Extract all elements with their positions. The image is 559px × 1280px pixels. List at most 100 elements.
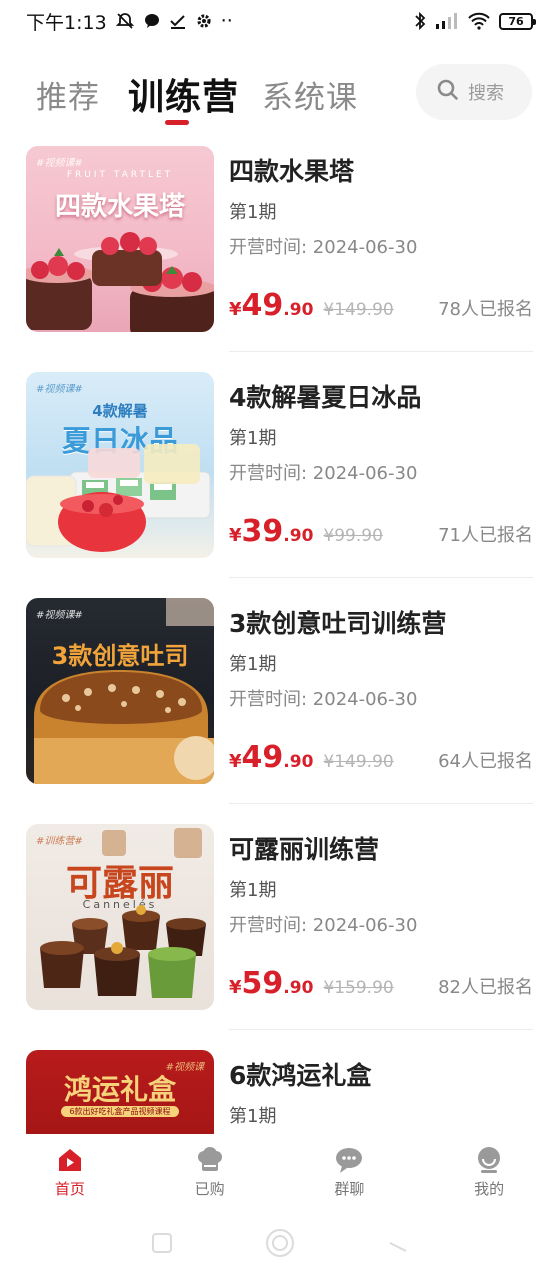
price-row: ¥ 39 .90 ¥99.90 71人已报名 <box>229 514 533 550</box>
tab-system-course[interactable]: 系统课 <box>262 72 358 117</box>
currency-symbol: ¥ <box>229 977 242 998</box>
course-thumbnail[interactable]: #训练营# 可露丽 Cannelés <box>26 824 214 1010</box>
original-price: ¥159.90 <box>323 978 394 998</box>
nav-group-chat-label: 群聊 <box>334 1180 365 1198</box>
enrolled-count: 71人已报名 <box>438 525 533 546</box>
course-info: 四款水果塔 第1期 开营时间: 2024-06-30 ¥ 49 .90 ¥149… <box>229 146 533 332</box>
search-label: 搜索 <box>468 83 504 104</box>
divider <box>229 577 533 578</box>
course-thumbnail[interactable]: #视频课# FRUIT TARTLET 四款水果塔 <box>26 146 214 332</box>
course-info: 3款创意吐司训练营 第1期 开营时间: 2024-06-30 ¥ 49 .90 … <box>229 598 533 784</box>
course-title: 可露丽训练营 <box>229 835 380 864</box>
course-card[interactable]: #视频课# 4款解暑 夏日冰品 4款解暑夏日冰品 第1期 开营时间: 2024-… <box>0 372 559 598</box>
status-more: ·· <box>220 10 233 32</box>
currency-symbol: ¥ <box>229 751 242 772</box>
divider <box>229 803 533 804</box>
price-decimal: .90 <box>283 526 314 546</box>
course-thumbnail[interactable]: #视频课# 4款解暑 夏日冰品 <box>26 372 214 558</box>
nav-home[interactable]: 首页 <box>0 1134 140 1210</box>
battery-icon: 76 <box>499 12 536 30</box>
original-price: ¥149.90 <box>323 752 394 772</box>
nav-home-label: 首页 <box>54 1180 85 1198</box>
course-period: 第1期 <box>229 654 277 675</box>
tab-recommend[interactable]: 推荐 <box>36 72 100 117</box>
price-integer: 39 <box>241 514 284 549</box>
price-integer: 49 <box>241 288 284 323</box>
course-title: 4款解暑夏日冰品 <box>229 383 422 412</box>
course-title: 四款水果塔 <box>229 157 355 186</box>
price-decimal: .90 <box>283 752 314 772</box>
chef-hat-icon <box>195 1146 225 1174</box>
original-price: ¥99.90 <box>323 526 383 546</box>
course-thumbnail[interactable]: #视频课# 3款创意吐司 <box>26 598 214 784</box>
active-tab-indicator <box>165 120 189 125</box>
nav-group-chat[interactable]: 群聊 <box>280 1134 420 1210</box>
course-period: 第1期 <box>229 1106 277 1127</box>
currency-symbol: ¥ <box>229 525 242 546</box>
price-row: ¥ 59 .90 ¥159.90 82人已报名 <box>229 966 533 1002</box>
currency-symbol: ¥ <box>229 299 242 320</box>
enrolled-count: 64人已报名 <box>438 751 533 772</box>
bell-muted-icon <box>115 11 135 31</box>
home-system-button[interactable] <box>264 1227 296 1263</box>
search-button[interactable]: 搜索 <box>416 64 532 120</box>
divider <box>229 1029 533 1030</box>
bluetooth-icon <box>413 11 427 31</box>
price-decimal: .90 <box>283 978 314 998</box>
canele-image <box>40 828 206 998</box>
course-period: 第1期 <box>229 428 277 449</box>
course-card[interactable]: #视频课# 3款创意吐司 3款创意吐司训练营 第1期 开营时间: 2024-06… <box>0 598 559 824</box>
price-row: ¥ 49 .90 ¥149.90 78人已报名 <box>229 288 533 324</box>
course-thumbnail[interactable]: #视频课 鸿运礼盒 6款出好吃礼盒产品视频课程 <box>26 1050 214 1134</box>
status-time: 下午1:13 <box>26 11 107 34</box>
course-start-date: 开营时间: 2024-06-30 <box>229 915 418 936</box>
summer-dessert-image <box>26 444 211 552</box>
nav-purchased[interactable]: 已购 <box>140 1134 280 1210</box>
course-title: 6款鸿运礼盒 <box>229 1061 372 1090</box>
original-price: ¥149.90 <box>323 300 394 320</box>
price-row: ¥ 49 .90 ¥149.90 64人已报名 <box>229 740 533 776</box>
back-button[interactable] <box>386 1231 410 1259</box>
course-card[interactable]: #训练营# 可露丽 Cannelés 可露丽训练营 第1期 开营时间: 2024… <box>0 824 559 1050</box>
course-info: 可露丽训练营 第1期 开营时间: 2024-06-30 ¥ 59 .90 ¥15… <box>229 824 533 1010</box>
tab-training-camp[interactable]: 训练营 <box>128 68 239 120</box>
course-info: 6款鸿运礼盒 第1期 <box>229 1050 533 1134</box>
category-tabs: 推荐 训练营 系统课 搜索 <box>0 62 559 132</box>
status-bar: 下午1:13 ·· 76 <box>0 0 559 42</box>
fruit-tart-image <box>26 232 214 332</box>
chat-bubble-icon <box>143 12 161 30</box>
chat-icon <box>334 1146 364 1174</box>
thumb-title: 鸿运礼盒 <box>63 1073 176 1106</box>
signal-icon <box>435 12 459 30</box>
bottom-nav: 首页 已购 群聊 我的 <box>0 1134 559 1210</box>
course-list[interactable]: #视频课# FRUIT TARTLET 四款水果塔 四款水果塔 第1期 开营时间… <box>0 146 559 1134</box>
course-period: 第1期 <box>229 202 277 223</box>
nav-profile-label: 我的 <box>474 1180 505 1198</box>
search-icon <box>436 78 460 107</box>
wifi-icon <box>467 12 491 30</box>
check-download-icon <box>169 12 187 30</box>
course-card[interactable]: #视频课 鸿运礼盒 6款出好吃礼盒产品视频课程 6款鸿运礼盒 第1期 <box>0 1050 559 1134</box>
system-nav-bar <box>0 1210 559 1280</box>
profile-icon <box>474 1146 504 1174</box>
enrolled-count: 78人已报名 <box>438 299 533 320</box>
course-start-date: 开营时间: 2024-06-30 <box>229 237 418 258</box>
price-integer: 59 <box>241 966 284 1001</box>
divider <box>229 351 533 352</box>
course-start-date: 开营时间: 2024-06-30 <box>229 463 418 484</box>
nav-purchased-label: 已购 <box>194 1180 225 1198</box>
toast-bread-image <box>34 598 214 784</box>
gear-icon <box>195 12 213 30</box>
course-period: 第1期 <box>229 880 277 901</box>
course-title: 3款创意吐司训练营 <box>229 609 447 638</box>
thumb-subtitle: 6款出好吃礼盒产品视频课程 <box>26 1106 214 1117</box>
course-info: 4款解暑夏日冰品 第1期 开营时间: 2024-06-30 ¥ 39 .90 ¥… <box>229 372 533 558</box>
recent-apps-button[interactable] <box>150 1231 174 1259</box>
price-integer: 49 <box>241 740 284 775</box>
nav-profile[interactable]: 我的 <box>419 1134 559 1210</box>
home-icon <box>55 1146 85 1174</box>
course-card[interactable]: #视频课# FRUIT TARTLET 四款水果塔 四款水果塔 第1期 开营时间… <box>0 146 559 372</box>
price-decimal: .90 <box>283 300 314 320</box>
enrolled-count: 82人已报名 <box>438 977 533 998</box>
course-start-date: 开营时间: 2024-06-30 <box>229 689 418 710</box>
